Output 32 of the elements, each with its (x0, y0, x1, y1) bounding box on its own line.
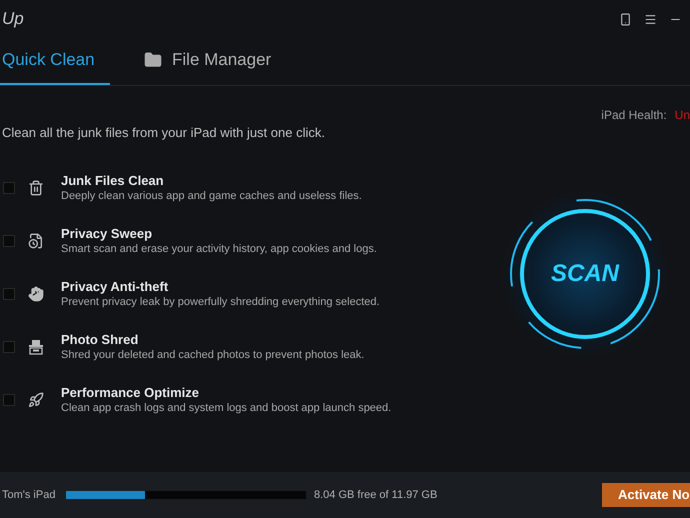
activate-button[interactable]: Activate No (602, 483, 690, 507)
item-title: Photo Shred (61, 332, 140, 348)
window-title: Up (2, 8, 24, 30)
storage-text: 8.04 GB free of 11.97 GB (314, 488, 438, 503)
checkbox[interactable] (3, 394, 15, 406)
folder-icon (144, 51, 162, 69)
shredder-icon (28, 339, 44, 355)
item-title: Junk Files Clean (61, 172, 165, 188)
checkbox[interactable] (3, 235, 15, 247)
checkbox[interactable] (3, 182, 15, 194)
trash-icon (28, 180, 44, 196)
checkbox[interactable] (3, 341, 15, 353)
item-title: Privacy Sweep (61, 226, 154, 242)
rocket-icon (28, 392, 44, 408)
menu-icon[interactable] (644, 12, 657, 26)
tab[interactable]: Quick Clean (0, 37, 110, 85)
phone-icon[interactable] (619, 12, 632, 26)
device-name: Tom's iPad (2, 488, 56, 503)
checkbox[interactable] (3, 288, 15, 300)
item-description: Prevent privacy leak by powerfully shredding everything selected. (61, 294, 380, 310)
item-description: Shred your deleted and cached photos to prevent photos leak. (61, 348, 364, 362)
item-description: Clean app crash logs and system logs and boost app launch speed. (61, 400, 392, 416)
item-description: Deeply clean various app and game caches and useless files. (61, 188, 362, 204)
hand-icon (28, 286, 44, 302)
intro-text: Clean all the junk files from your iPad with just one click. (2, 124, 326, 142)
health-value: Un (674, 107, 690, 124)
item-description: Smart scan and erase your activity history, app cookies and logs. (61, 242, 377, 256)
item-title: Privacy Anti-theft (61, 278, 170, 294)
tab[interactable]: File Manager (126, 37, 274, 85)
health-label: iPad Health: (601, 107, 667, 124)
document-clock-icon (28, 233, 44, 249)
item-title: Performance Optimize (61, 384, 200, 400)
